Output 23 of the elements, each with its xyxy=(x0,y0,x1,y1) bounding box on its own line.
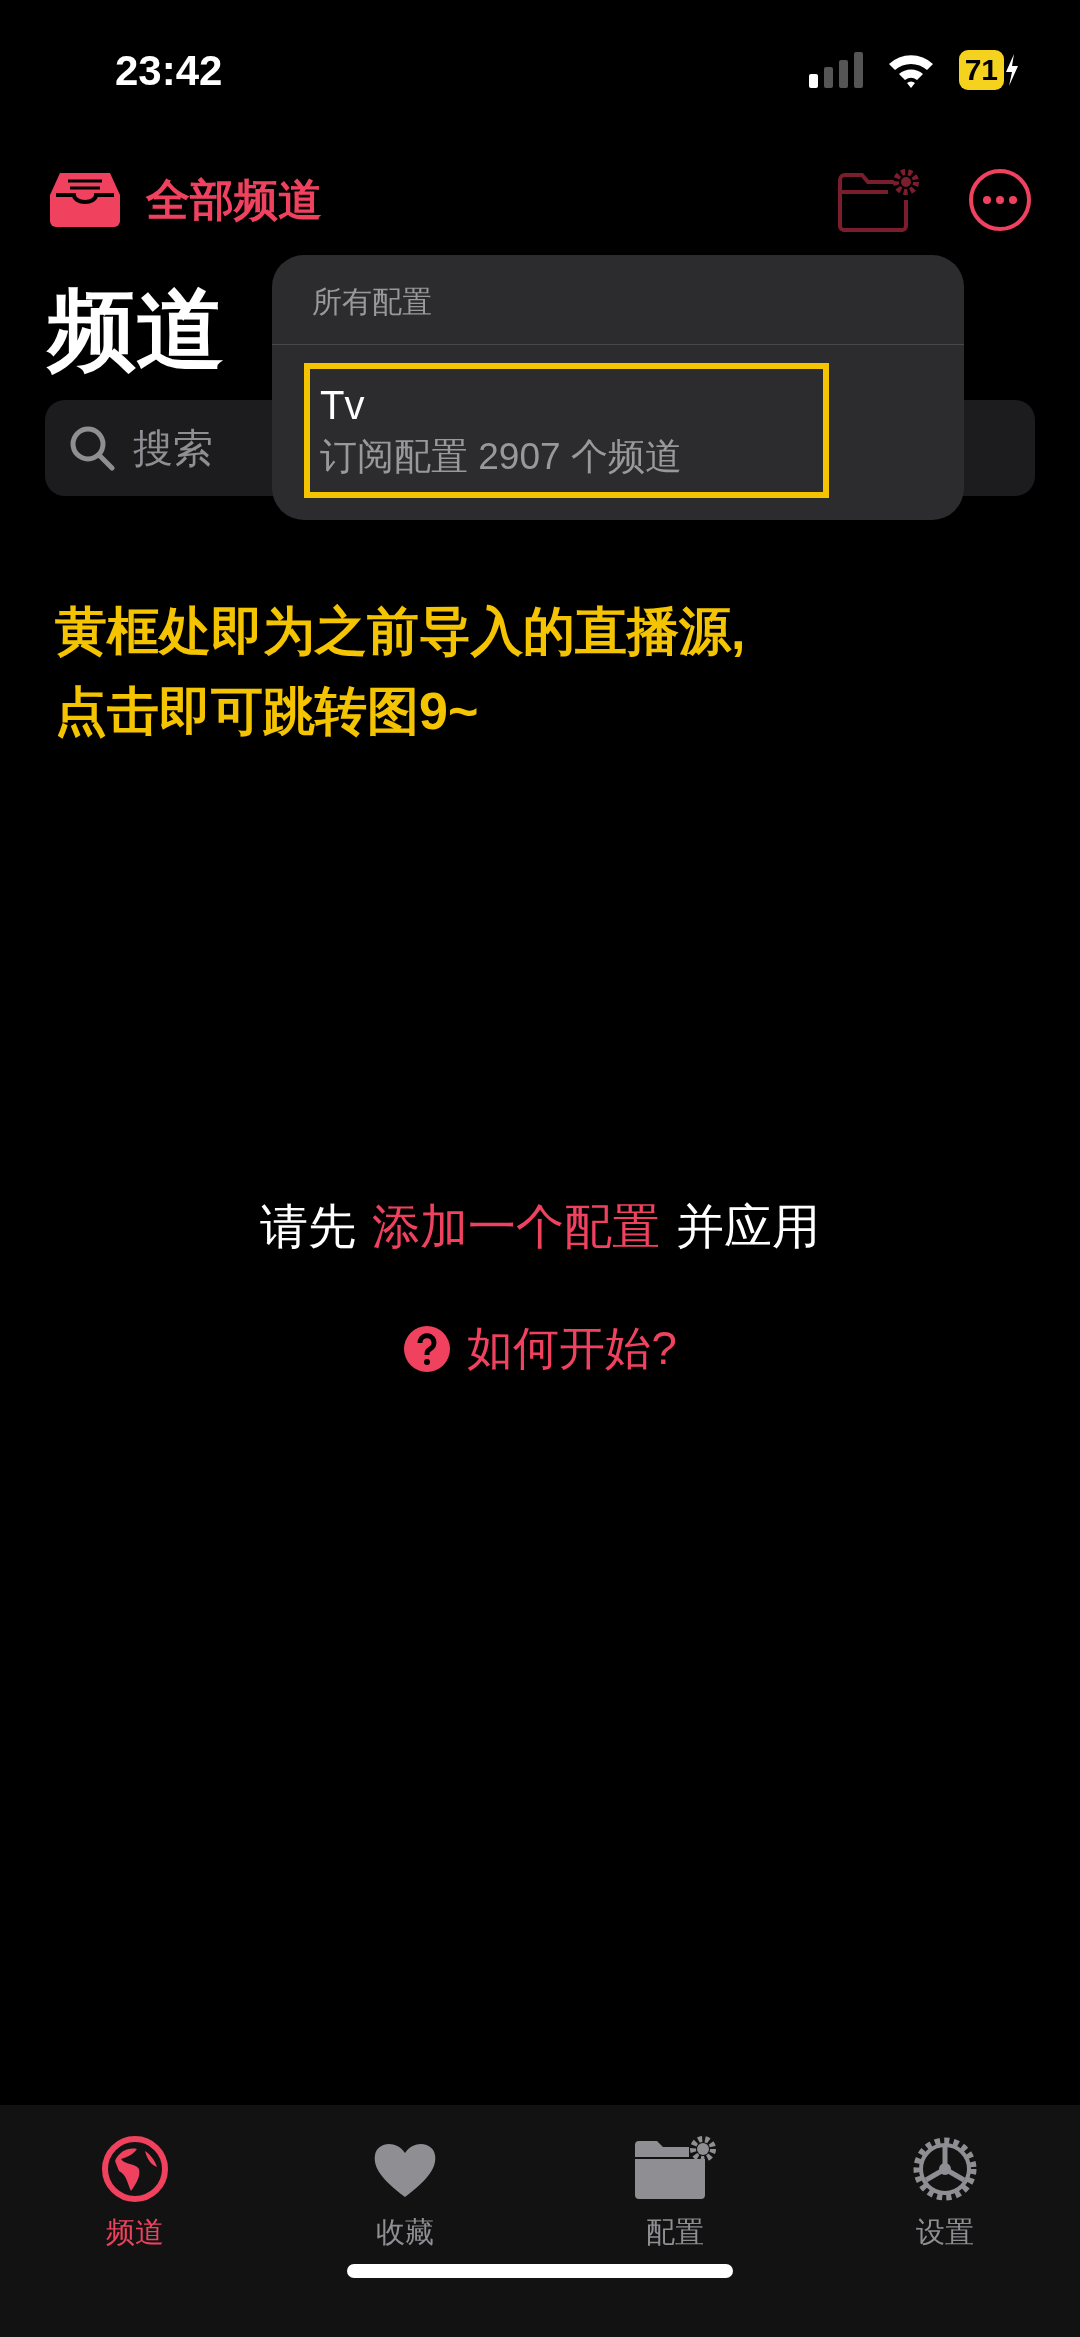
menu-header: 所有配置 xyxy=(312,285,432,318)
tab-item[interactable]: 配置 xyxy=(540,2105,810,2256)
search-icon xyxy=(69,425,115,471)
help-link[interactable]: 如何开始? xyxy=(397,1313,683,1384)
menu-item[interactable]: Tv 订阅配置 2907 个频道 xyxy=(304,363,829,498)
signal-icon xyxy=(808,52,863,88)
globe-icon xyxy=(101,2135,169,2203)
gear-icon xyxy=(911,2135,979,2203)
annotation-text: 黄框处即为之前导入的直播源, xyxy=(55,602,746,660)
more-icon[interactable] xyxy=(968,168,1032,232)
filter-button[interactable]: 全部频道 xyxy=(48,167,322,233)
status-time: 23:42 xyxy=(115,45,223,96)
battery-level: 71 xyxy=(958,50,1004,90)
add-config-link[interactable]: 添加一个配置 xyxy=(372,1191,660,1263)
page-title: 频道 xyxy=(48,280,224,379)
prompt-text: 并应用 xyxy=(676,1199,820,1255)
help-icon xyxy=(403,1324,452,1373)
inbox-icon xyxy=(48,171,122,229)
prompt-text: 请先 xyxy=(260,1199,356,1255)
tab-item[interactable]: 频道 xyxy=(0,2105,270,2256)
tab-item[interactable]: 设置 xyxy=(810,2105,1080,2256)
annotation-text: 点击即可跳转图9~ xyxy=(55,682,479,740)
tab-item[interactable]: 收藏 xyxy=(270,2105,540,2256)
